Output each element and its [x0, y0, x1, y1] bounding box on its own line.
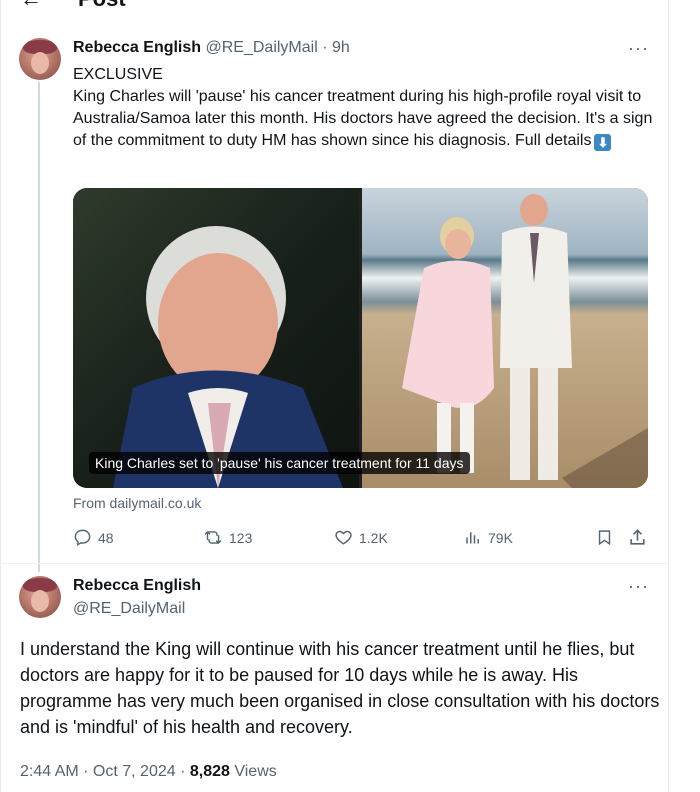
tweet1-more-icon[interactable]: ··· — [628, 38, 649, 59]
frame-border-right — [668, 0, 669, 792]
like-count: 1.2K — [359, 529, 388, 546]
repost-button[interactable]: 123 — [203, 528, 252, 547]
views-count: 79K — [488, 529, 513, 546]
frame-border-left — [0, 0, 1, 792]
link-card[interactable]: King Charles set to 'pause' his cancer t… — [73, 188, 648, 488]
views-button[interactable]: 79K — [464, 528, 513, 547]
repost-count: 123 — [229, 529, 253, 546]
repost-icon — [204, 530, 222, 545]
tweet2-text: I understand the King will continue with… — [20, 636, 660, 740]
avatar[interactable] — [19, 38, 61, 80]
like-button[interactable]: 1.2K — [334, 528, 388, 547]
reply-icon — [74, 529, 91, 546]
tweet1-time[interactable]: · 9h — [322, 39, 350, 56]
share-icon — [630, 529, 645, 545]
views-chart-icon — [466, 532, 479, 544]
reply-button[interactable]: 48 — [73, 528, 114, 547]
page-title: Post — [78, 0, 126, 12]
avatar[interactable] — [19, 576, 61, 618]
avatar-face — [31, 590, 49, 612]
tweet2-views-count: 8,828 — [189, 763, 230, 780]
tweet2-views-label: Views — [229, 763, 277, 780]
tweet2-author-name[interactable]: Rebecca English — [73, 577, 201, 594]
tweet1-body: King Charles will 'pause' his cancer tre… — [73, 86, 663, 152]
card-source-link[interactable]: From dailymail.co.uk — [73, 495, 201, 511]
tweet2-timestamp-line: 2:44 AM · Oct 7, 2024 · 8,828 Views — [20, 763, 277, 781]
tweet1-text: EXCLUSIVE King Charles will 'pause' his … — [73, 64, 663, 152]
card-photo-king-portrait — [73, 188, 359, 488]
tweet1-body-text: King Charles will 'pause' his cancer tre… — [73, 88, 653, 149]
tweet1-author-name[interactable]: Rebecca English — [73, 39, 201, 56]
card-photo-beach-couple — [362, 188, 648, 488]
bookmark-button[interactable] — [596, 528, 613, 547]
avatar-face — [31, 52, 49, 74]
tweet2-timestamp[interactable]: 2:44 AM · Oct 7, 2024 · — [20, 763, 190, 780]
tweet1-exclusive-label: EXCLUSIVE — [73, 66, 163, 83]
share-button[interactable] — [628, 528, 647, 547]
bookmark-icon — [598, 530, 611, 546]
tweet2-author-handle-line: @RE_DailyMail — [73, 600, 185, 618]
card-caption: King Charles set to 'pause' his cancer t… — [89, 452, 470, 474]
tweet2-author-name-line: Rebecca English — [73, 577, 201, 595]
down-arrow-emoji-icon: ⬇ — [594, 134, 612, 151]
tweet2-body: I understand the King will continue with… — [20, 639, 660, 737]
thread-connector-line — [38, 82, 40, 572]
tweet-divider — [0, 563, 669, 564]
back-arrow-icon[interactable]: ← — [20, 0, 42, 12]
heart-icon — [335, 530, 352, 545]
tweet1-author-line: Rebecca English @RE_DailyMail · 9h — [73, 39, 350, 57]
reply-count: 48 — [98, 529, 114, 546]
tweet1-author-handle[interactable]: @RE_DailyMail — [206, 39, 318, 56]
tweet2-more-icon[interactable]: ··· — [628, 576, 649, 597]
tweet2-author-handle[interactable]: @RE_DailyMail — [73, 600, 185, 617]
